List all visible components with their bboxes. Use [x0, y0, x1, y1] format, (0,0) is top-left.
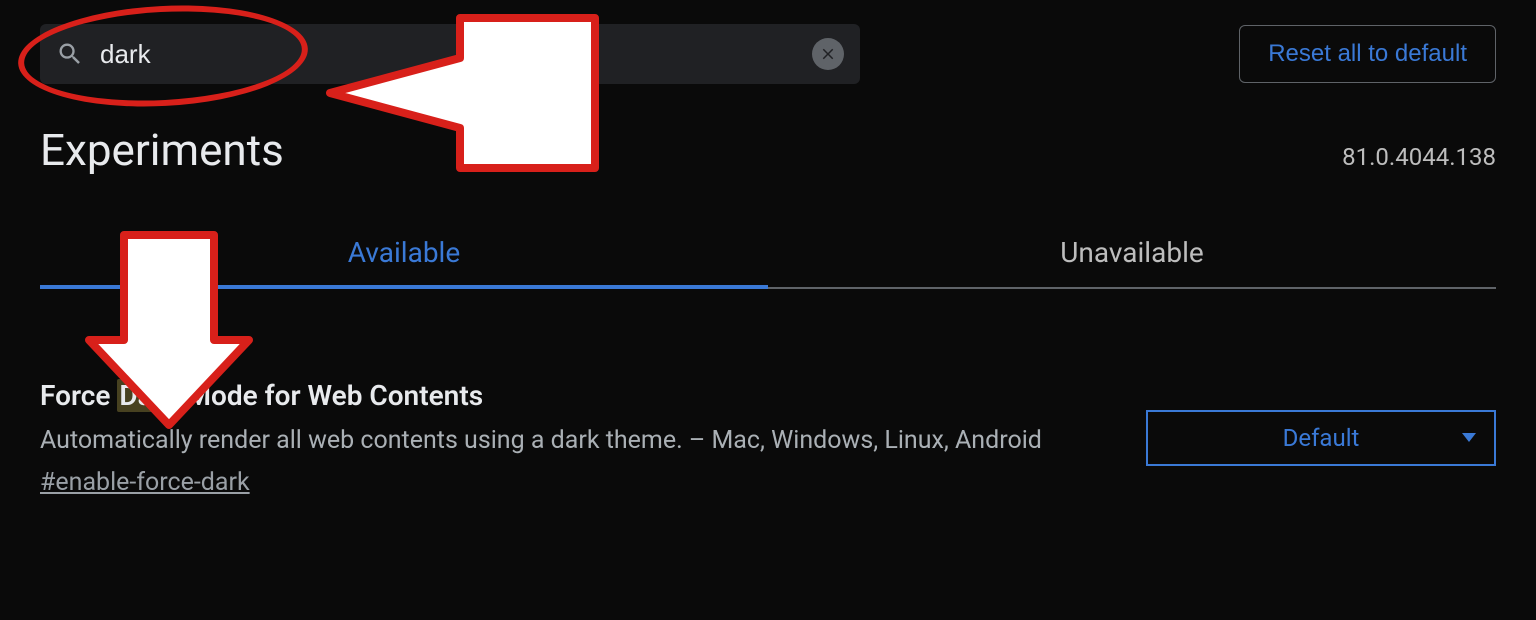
tabs: Available Unavailable: [40, 236, 1496, 289]
experiment-hash-link[interactable]: #enable-force-dark: [40, 468, 250, 497]
version-label: 81.0.4044.138: [1342, 143, 1496, 171]
experiment-row: Force Dark Mode for Web Contents Automat…: [0, 289, 1536, 497]
experiment-title: Force Dark Mode for Web Contents: [40, 379, 1106, 412]
search-box[interactable]: [40, 24, 860, 84]
search-input[interactable]: [100, 39, 812, 70]
select-value: Default: [1283, 424, 1360, 452]
page-title: Experiments: [40, 124, 284, 176]
tab-available[interactable]: Available: [40, 236, 768, 287]
reset-all-button[interactable]: Reset all to default: [1239, 25, 1496, 83]
experiment-description: Automatically render all web contents us…: [40, 424, 1106, 458]
chevron-down-icon: [1462, 433, 1476, 442]
tab-unavailable[interactable]: Unavailable: [768, 236, 1496, 287]
close-icon: [819, 45, 837, 63]
experiment-state-select[interactable]: Default: [1146, 410, 1496, 466]
clear-search-button[interactable]: [812, 38, 844, 70]
search-icon: [56, 40, 84, 68]
